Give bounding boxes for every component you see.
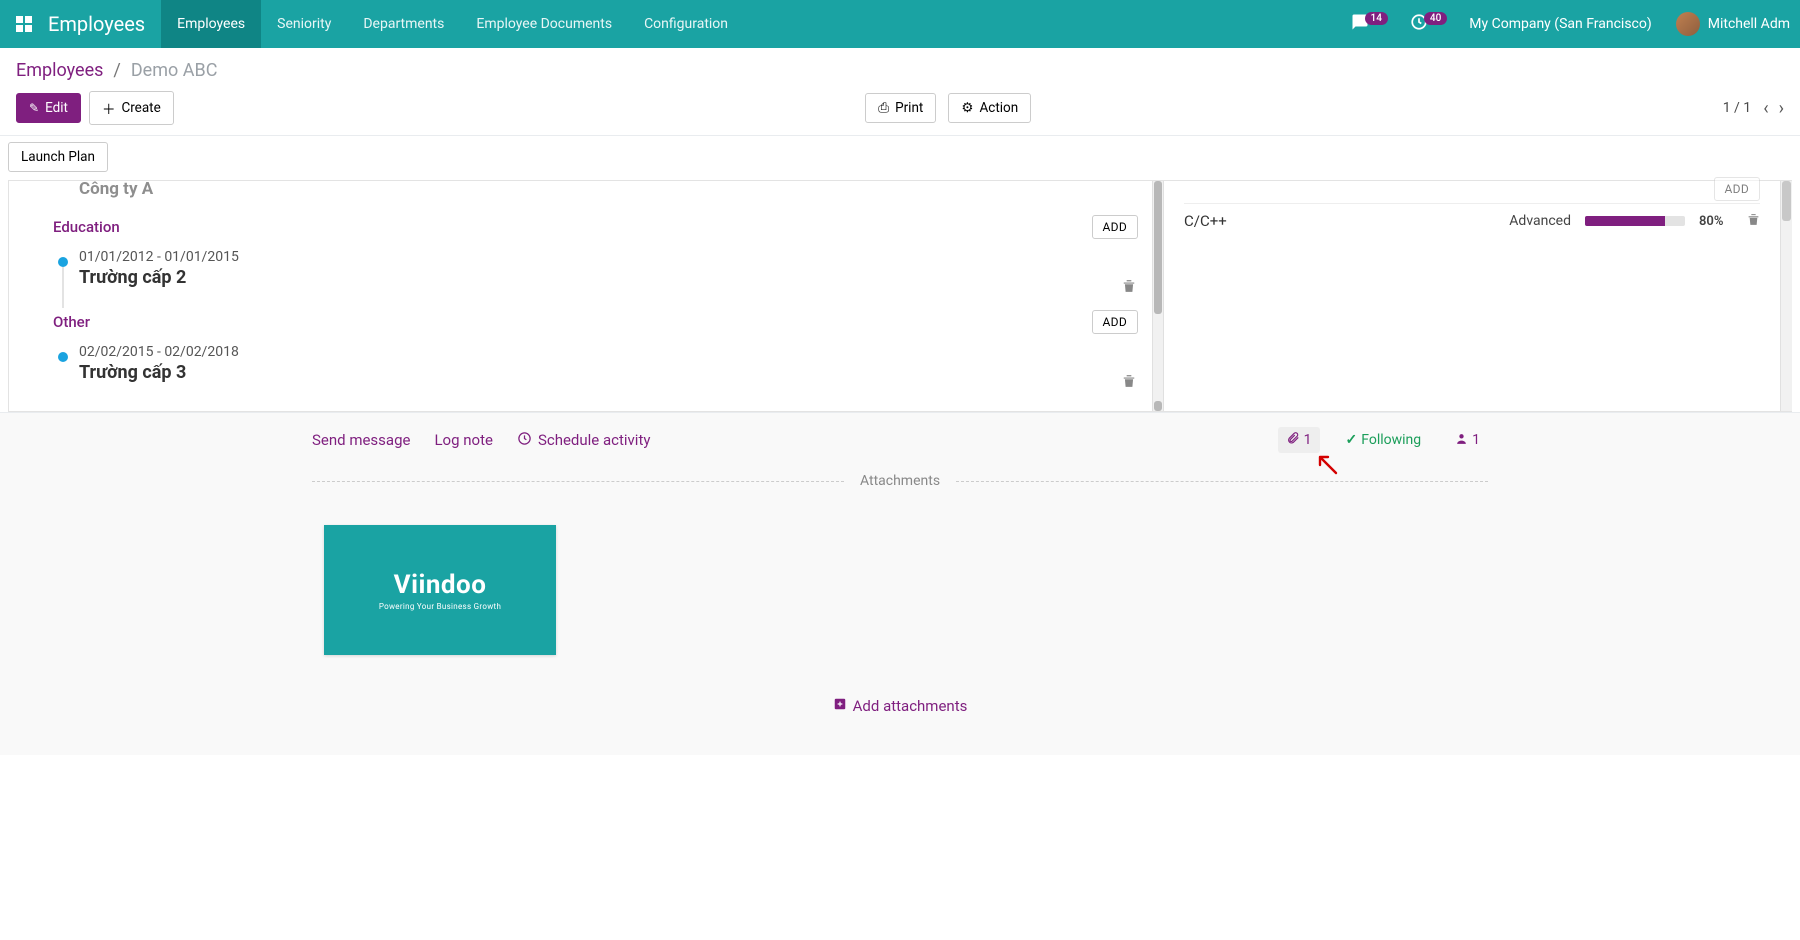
pencil-icon: ✎ (29, 101, 39, 115)
scroll-thumb-end[interactable] (1154, 401, 1162, 411)
pager: 1 / 1 (1723, 100, 1751, 116)
print-icon: ⎙ (878, 100, 889, 116)
timeline-item[interactable]: 01/01/2012 - 01/01/2015 Trường cấp 2 (53, 239, 1138, 292)
main-menu: Employees Seniority Departments Employee… (161, 0, 744, 48)
skill-progress (1585, 216, 1685, 226)
education-header: Education ADD (53, 215, 1138, 239)
skills-column: ADD C/C++ Advanced 80% (1164, 181, 1780, 411)
education-title: Education (53, 218, 120, 236)
attachment-logo: Viindoo Powering Your Business Growth (379, 570, 501, 611)
form-sheet: Công ty A Education ADD 01/01/2012 - 01/… (8, 180, 1792, 412)
breadcrumb-separator: / (113, 60, 120, 81)
other-header: Other ADD (53, 310, 1138, 334)
create-button[interactable]: ＋ Create (89, 91, 174, 125)
skill-name: C/C++ (1184, 212, 1447, 230)
gear-icon: ⚙ (961, 100, 973, 116)
schedule-activity-button[interactable]: Schedule activity (517, 431, 651, 450)
apps-launcher[interactable] (0, 16, 48, 32)
chatter-toolbar: Send message Log note Schedule activity … (312, 413, 1488, 467)
apps-icon (16, 16, 32, 32)
messages-button[interactable]: 14 (1351, 13, 1392, 35)
attachments-toggle[interactable]: 1 (1278, 427, 1320, 453)
followers-count: 1 (1472, 432, 1480, 448)
breadcrumb-root[interactable]: Employees (16, 60, 103, 81)
nav-departments[interactable]: Departments (347, 0, 460, 48)
annotation-arrow (1314, 451, 1340, 481)
attachments-divider: Attachments (312, 473, 1488, 489)
trash-icon (1122, 374, 1136, 388)
following-label: Following (1361, 432, 1421, 448)
check-icon: ✓ (1346, 432, 1358, 448)
attachments-heading: Attachments (860, 473, 940, 489)
user-name: Mitchell Adm (1708, 16, 1790, 32)
truncated-prev-item: Công ty A (53, 179, 1138, 205)
company-switcher[interactable]: My Company (San Francisco) (1469, 16, 1651, 32)
delete-timeline-item[interactable] (1122, 279, 1136, 297)
add-other-button[interactable]: ADD (1092, 310, 1138, 334)
nav-employee-documents[interactable]: Employee Documents (460, 0, 628, 48)
edit-button[interactable]: ✎ Edit (16, 93, 81, 123)
add-attachments-button[interactable]: Add attachments (833, 697, 968, 715)
activities-badge: 40 (1424, 12, 1447, 25)
add-education-button[interactable]: ADD (1092, 215, 1138, 239)
trash-icon (1747, 213, 1760, 226)
top-navbar: Employees Employees Seniority Department… (0, 0, 1800, 48)
pager-arrows: ‹ › (1763, 98, 1784, 119)
send-message-button[interactable]: Send message (312, 431, 410, 449)
attachments-count: 1 (1304, 432, 1312, 448)
attachment-thumbnail[interactable]: Viindoo Powering Your Business Growth (324, 525, 556, 655)
create-label: Create (121, 100, 160, 116)
action-label: Action (979, 100, 1018, 116)
edit-label: Edit (45, 100, 68, 116)
control-panel: Employees / Demo ABC ✎ Edit ＋ Create ⎙ P… (0, 48, 1800, 136)
skill-row: C/C++ Advanced 80% (1184, 203, 1760, 238)
trash-icon (1122, 279, 1136, 293)
pager-next[interactable]: › (1779, 98, 1784, 119)
pager-prev[interactable]: ‹ (1763, 98, 1768, 119)
following-button[interactable]: ✓ Following (1338, 428, 1430, 452)
resume-column: Công ty A Education ADD 01/01/2012 - 01/… (9, 181, 1152, 411)
scroll-thumb[interactable] (1782, 181, 1791, 221)
skills-scrollbar[interactable] (1780, 181, 1792, 411)
paperclip-icon (1286, 431, 1300, 449)
chatter: Send message Log note Schedule activity … (0, 412, 1800, 755)
nav-seniority[interactable]: Seniority (261, 0, 347, 48)
timeline-title: Trường cấp 3 (79, 360, 1138, 383)
other-title: Other (53, 313, 90, 331)
add-attachments-label: Add attachments (853, 697, 968, 715)
add-skill-button[interactable]: ADD (1714, 177, 1760, 201)
scroll-thumb[interactable] (1154, 181, 1162, 314)
nav-employees[interactable]: Employees (161, 0, 261, 48)
control-bar: ✎ Edit ＋ Create ⎙ Print ⚙ Action 1 / 1 ‹… (0, 85, 1800, 135)
timeline-item[interactable]: 02/02/2015 - 02/02/2018 Trường cấp 3 (53, 334, 1138, 387)
clock-outline-icon (517, 431, 532, 450)
timeline-dates: 02/02/2015 - 02/02/2018 (79, 344, 1138, 360)
delete-skill[interactable] (1747, 213, 1760, 230)
app-brand[interactable]: Employees (48, 12, 161, 36)
user-menu[interactable]: Mitchell Adm (1676, 12, 1790, 36)
breadcrumb-current: Demo ABC (131, 60, 218, 81)
nav-configuration[interactable]: Configuration (628, 0, 744, 48)
person-icon (1455, 432, 1468, 449)
skill-level: Advanced (1461, 213, 1571, 229)
breadcrumb: Employees / Demo ABC (0, 48, 1800, 85)
messages-badge: 14 (1365, 12, 1388, 25)
activities-button[interactable]: 40 (1410, 13, 1451, 35)
resume-scrollbar[interactable] (1152, 181, 1164, 411)
navbar-right: 14 40 My Company (San Francisco) Mitchel… (1351, 0, 1800, 48)
plus-square-icon (833, 697, 847, 715)
timeline-dates: 01/01/2012 - 01/01/2015 (79, 249, 1138, 265)
launch-plan-button[interactable]: Launch Plan (8, 142, 108, 172)
avatar (1676, 12, 1700, 36)
print-button[interactable]: ⎙ Print (865, 93, 936, 123)
schedule-label: Schedule activity (538, 431, 651, 449)
delete-timeline-item[interactable] (1122, 374, 1136, 392)
timeline-title: Trường cấp 2 (79, 265, 1138, 288)
skill-percent: 80% (1699, 214, 1733, 229)
followers-button[interactable]: 1 (1447, 428, 1488, 453)
print-label: Print (895, 100, 923, 116)
action-button[interactable]: ⚙ Action (948, 93, 1031, 123)
plus-icon: ＋ (102, 98, 116, 118)
log-note-button[interactable]: Log note (434, 431, 492, 449)
